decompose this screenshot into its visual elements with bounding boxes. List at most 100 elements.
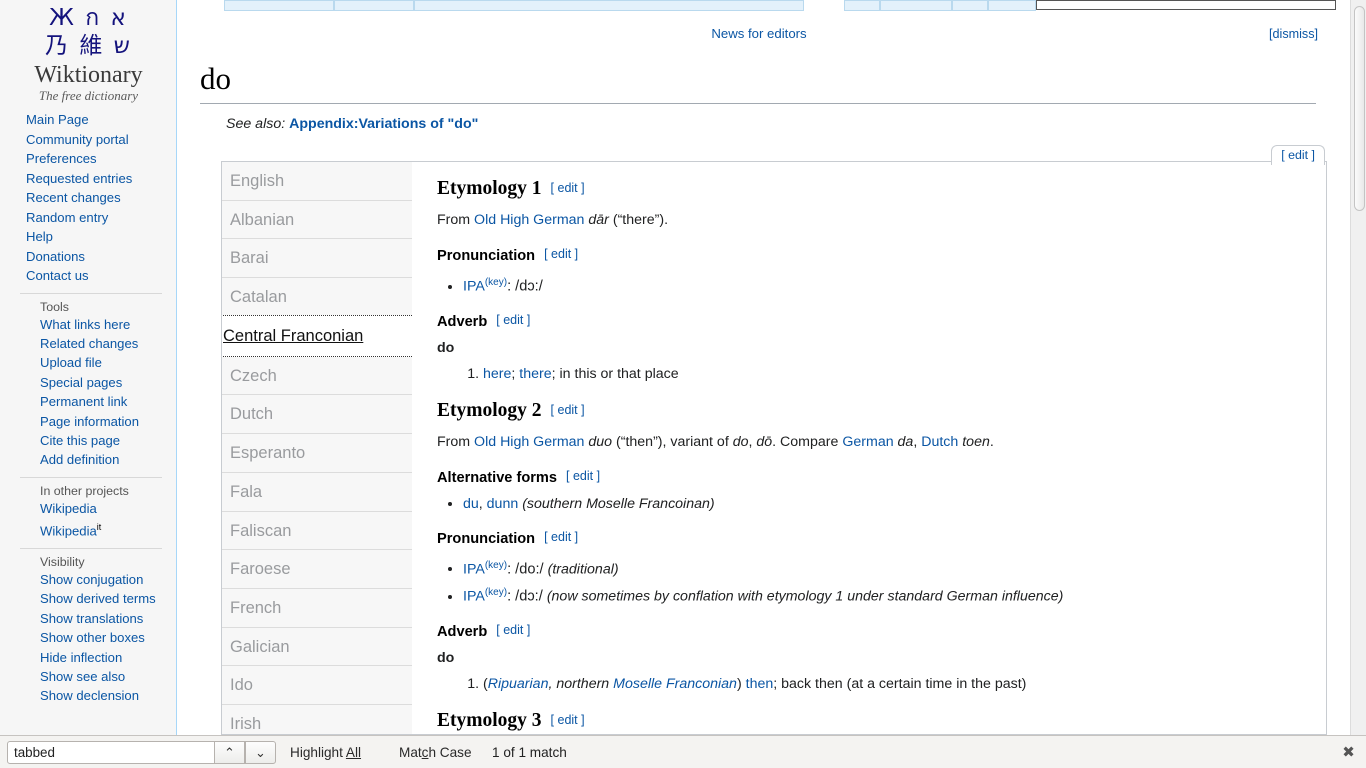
language-tab-czech[interactable]: Czech xyxy=(222,356,412,396)
address-bar[interactable] xyxy=(1036,0,1336,10)
language-link[interactable]: German xyxy=(842,434,893,450)
scrollbar-thumb[interactable] xyxy=(1354,6,1365,211)
sidebar-link[interactable]: Related changes xyxy=(40,336,138,351)
context-link[interactable]: Moselle Franconian xyxy=(613,676,737,692)
sense-link[interactable]: there xyxy=(519,366,551,382)
sense-link[interactable]: then xyxy=(746,676,774,692)
sidebar-item-hide-inflection[interactable]: Hide inflection xyxy=(40,648,176,667)
sidebar-link[interactable]: Random entry xyxy=(26,210,108,225)
browser-tab-strip-cell[interactable] xyxy=(414,0,804,11)
edit-section-link[interactable]: [ edit ] xyxy=(496,313,530,327)
language-tab-french[interactable]: French xyxy=(222,588,412,628)
dismiss-link[interactable]: [dismiss] xyxy=(1269,27,1318,41)
sidebar-link[interactable]: Requested entries xyxy=(26,171,132,186)
sidebar-link[interactable]: Show other boxes xyxy=(40,630,145,645)
key-link[interactable]: (key) xyxy=(485,587,507,598)
sidebar-item-main-page[interactable]: Main Page xyxy=(26,110,176,130)
sidebar-item-random-entry[interactable]: Random entry xyxy=(26,208,176,228)
sidebar-link[interactable]: Add definition xyxy=(40,452,119,467)
sidebar-item-help[interactable]: Help xyxy=(26,227,176,247)
sidebar-item-upload-file[interactable]: Upload file xyxy=(40,353,176,372)
ipa-key-link[interactable]: (key) xyxy=(485,277,507,288)
browser-tab-strip-cell[interactable] xyxy=(988,0,1036,11)
edit-link[interactable]: [ edit ] xyxy=(1281,148,1315,162)
sidebar-link[interactable]: Contact us xyxy=(26,268,89,283)
ipa-key-link[interactable]: (key) xyxy=(485,587,507,598)
edit-link[interactable]: [ edit ] xyxy=(566,469,600,483)
sidebar-item-contact-us[interactable]: Contact us xyxy=(26,266,176,286)
sidebar-link[interactable]: Page information xyxy=(40,414,139,429)
sidebar-link[interactable]: Show see also xyxy=(40,669,125,684)
sidebar-item-what-links-here[interactable]: What links here xyxy=(40,315,176,334)
key-link[interactable]: (key) xyxy=(485,277,507,288)
edit-link[interactable]: [ edit ] xyxy=(551,181,585,195)
alt-form-link[interactable]: dunn xyxy=(487,496,519,512)
sidebar-link[interactable]: Show conjugation xyxy=(40,572,143,587)
sidebar-item-wikipedia[interactable]: Wikipedia xyxy=(40,499,176,518)
find-next-button[interactable]: ⌄ xyxy=(245,741,276,764)
language-tab-albanian[interactable]: Albanian xyxy=(222,200,412,240)
sidebar-item-wikipedia-it[interactable]: Wikipediait xyxy=(40,518,176,541)
sidebar-item-show-translations[interactable]: Show translations xyxy=(40,609,176,628)
sidebar-link[interactable]: Recent changes xyxy=(26,190,121,205)
sidebar-item-recent-changes[interactable]: Recent changes xyxy=(26,188,176,208)
see-also-link[interactable]: Appendix:Variations of "do" xyxy=(289,116,478,132)
language-tab-barai[interactable]: Barai xyxy=(222,239,412,279)
close-icon[interactable]: ✖ xyxy=(1340,744,1357,761)
ipa-link[interactable]: IPA xyxy=(463,589,485,605)
ipa-link[interactable]: IPA xyxy=(463,561,485,577)
sidebar-link[interactable]: Main Page xyxy=(26,112,89,127)
browser-tab-strip-cell[interactable] xyxy=(880,0,952,11)
browser-tab-strip-cell[interactable] xyxy=(224,0,334,11)
browser-tab-strip-cell[interactable] xyxy=(844,0,880,11)
sidebar-item-show-see-also[interactable]: Show see also xyxy=(40,667,176,686)
sidebar-item-donations[interactable]: Donations xyxy=(26,247,176,267)
language-link[interactable]: Old High German xyxy=(474,434,584,450)
language-tab-faroese[interactable]: Faroese xyxy=(222,550,412,589)
sidebar-item-add-definition[interactable]: Add definition xyxy=(40,450,176,469)
edit-section-link[interactable]: [ edit ] xyxy=(551,713,585,727)
edit-section-link[interactable]: [ edit ] xyxy=(496,623,530,637)
find-input[interactable] xyxy=(7,741,219,764)
context-link[interactable]: Ripuarian xyxy=(488,676,549,692)
language-tab-faliscan[interactable]: Faliscan xyxy=(222,511,412,551)
language-tab-irish[interactable]: Irish xyxy=(222,704,412,734)
wiktionary-logo[interactable]: Ж ก א 乃 維 ש Wiktionary The free dictiona… xyxy=(0,0,176,110)
sidebar-item-requested-entries[interactable]: Requested entries xyxy=(26,169,176,189)
sidebar-link[interactable]: Cite this page xyxy=(40,433,120,448)
sidebar-item-page-information[interactable]: Page information xyxy=(40,412,176,431)
sidebar-link[interactable]: Community portal xyxy=(26,132,129,147)
edit-link[interactable]: [ edit ] xyxy=(544,247,578,261)
sidebar-link[interactable]: Hide inflection xyxy=(40,650,122,665)
sidebar-link[interactable]: Special pages xyxy=(40,375,122,390)
sidebar-item-related-changes[interactable]: Related changes xyxy=(40,334,176,353)
edit-section-link[interactable]: [ edit ] xyxy=(551,403,585,417)
key-link[interactable]: (key) xyxy=(485,560,507,571)
sense-link[interactable]: here xyxy=(483,366,511,382)
language-link[interactable]: Dutch xyxy=(921,434,958,450)
language-tab-fala[interactable]: Fala xyxy=(222,472,412,512)
edit-section-link[interactable]: [ edit ] xyxy=(544,530,578,544)
language-tab-english[interactable]: English xyxy=(222,162,412,201)
find-previous-button[interactable]: ⌃ xyxy=(214,741,245,764)
language-tab-dutch[interactable]: Dutch xyxy=(222,395,412,435)
language-tab-esperanto[interactable]: Esperanto xyxy=(222,434,412,473)
browser-tab-strip-cell[interactable] xyxy=(952,0,988,11)
ipa-link[interactable]: IPA xyxy=(463,279,485,295)
match-case-button[interactable]: Match Case xyxy=(399,741,472,764)
edit-link[interactable]: [ edit ] xyxy=(496,313,530,327)
page-scrollbar[interactable] xyxy=(1350,0,1366,735)
sidebar-item-show-derived-terms[interactable]: Show derived terms xyxy=(40,589,176,608)
edit-link[interactable]: [ edit ] xyxy=(544,530,578,544)
sidebar-link[interactable]: Upload file xyxy=(40,355,102,370)
language-tab-central-franconian[interactable]: Central Franconian xyxy=(222,314,412,357)
sidebar-link[interactable]: Show derived terms xyxy=(40,591,156,606)
site-notice-dismiss[interactable]: [dismiss] xyxy=(1269,14,1318,54)
sidebar-item-preferences[interactable]: Preferences xyxy=(26,149,176,169)
site-notice-link[interactable]: News for editors xyxy=(711,26,806,41)
alt-form-link[interactable]: du xyxy=(463,496,479,512)
sidebar-item-special-pages[interactable]: Special pages xyxy=(40,373,176,392)
edit-link[interactable]: [ edit ] xyxy=(551,403,585,417)
edit-link[interactable]: [ edit ] xyxy=(496,623,530,637)
sidebar-item-show-declension[interactable]: Show declension xyxy=(40,686,176,705)
